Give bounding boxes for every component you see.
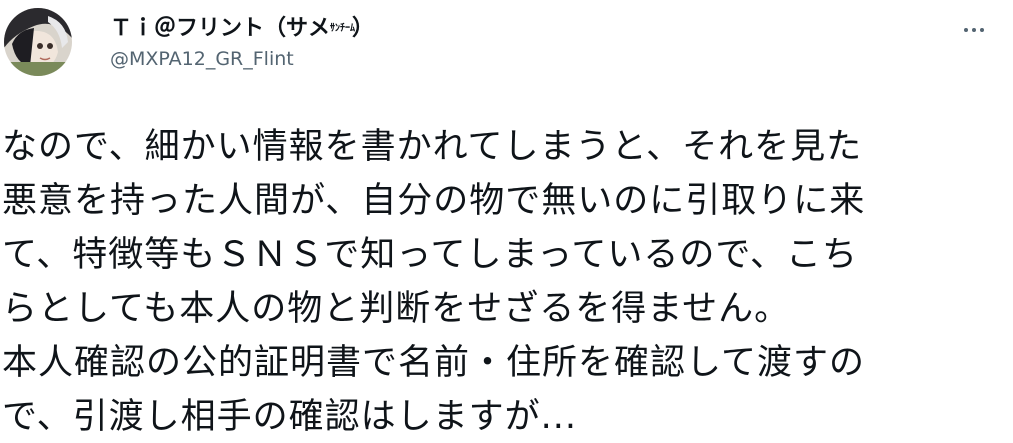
author-handle[interactable]: @MXPA12_GR_Flint [110,46,374,72]
avatar[interactable] [4,8,72,76]
more-options-button[interactable] [959,20,989,40]
tweet-line: らとしても本人の物と判断をせざるを得ません。 [2,289,791,329]
ellipsis-icon [980,28,984,32]
author-name-small: ｻﾝﾁｰﾑ [330,23,356,34]
tweet-line: て、特徴等もＳＮＳで知ってしまっているので、こち [2,235,858,275]
avatar-image [4,8,72,76]
author-name-close: ） [352,16,375,41]
tweet-line: 悪意を持った人間が、自分の物で無いのに引取りに来 [2,181,866,221]
tweet-line: で、引渡し相手の確認はしますが... [2,397,577,437]
tweet-text: なので、細かい情報を書かれてしまうと、それを見た 悪意を持った人間が、自分の物で… [2,120,1002,443]
author-name-text: Ｔｉ＠フリント（サメ [110,16,331,41]
ellipsis-icon [964,28,968,32]
ellipsis-icon [972,28,976,32]
tweet-line: 本人確認の公的証明書で名前・住所を確認して渡すの [2,343,865,383]
tweet-header: Ｔｉ＠フリント（サメｻﾝﾁｰﾑ） @MXPA12_GR_Flint [110,14,374,72]
tweet-line: なので、細かい情報を書かれてしまうと、それを見た [2,127,863,167]
author-display-name[interactable]: Ｔｉ＠フリント（サメｻﾝﾁｰﾑ） [110,14,374,44]
